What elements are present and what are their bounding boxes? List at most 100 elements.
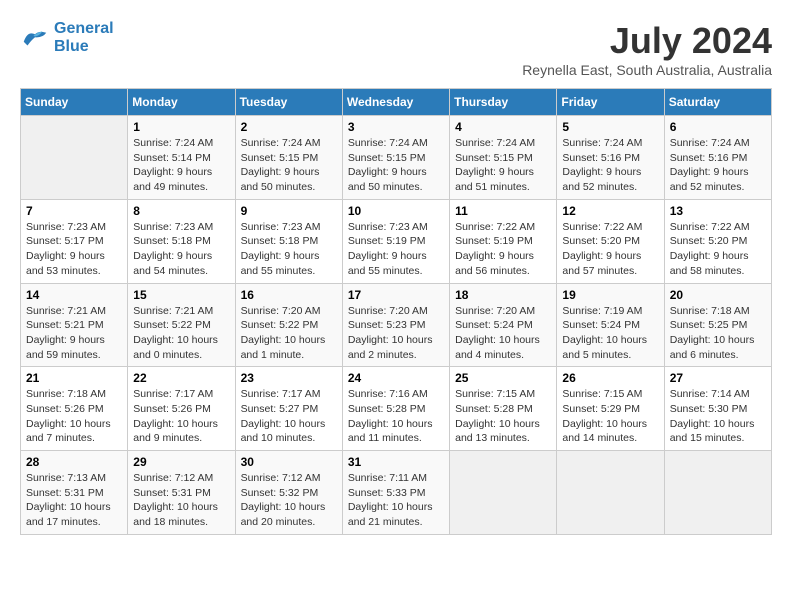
weekday-header-tuesday: Tuesday bbox=[235, 89, 342, 116]
calendar-cell: 8Sunrise: 7:23 AMSunset: 5:18 PMDaylight… bbox=[128, 199, 235, 283]
calendar-cell: 31 Sunrise: 7:11 AMSunset: 5:33 PMDayligh… bbox=[342, 451, 449, 535]
day-number: 21 bbox=[26, 371, 122, 385]
weekday-header-friday: Friday bbox=[557, 89, 664, 116]
calendar-cell: 21 Sunrise: 7:18 AMSunset: 5:26 PMDayligh… bbox=[21, 367, 128, 451]
day-number: 9 bbox=[241, 204, 337, 218]
day-info: Sunrise: 7:17 AMSunset: 5:27 PMDaylight:… bbox=[241, 387, 337, 446]
calendar-cell: 20 Sunrise: 7:18 AMSunset: 5:25 PMDayligh… bbox=[664, 283, 771, 367]
weekday-header-row: SundayMondayTuesdayWednesdayThursdayFrid… bbox=[21, 89, 772, 116]
day-number: 7 bbox=[26, 204, 122, 218]
calendar-cell: 2 Sunrise: 7:24 AMSunset: 5:15 PMDaylight… bbox=[235, 116, 342, 200]
day-info: Sunrise: 7:21 AMSunset: 5:22 PMDaylight:… bbox=[133, 304, 229, 363]
calendar-cell: 27 Sunrise: 7:14 AMSunset: 5:30 PMDayligh… bbox=[664, 367, 771, 451]
calendar-week-row: 1Sunrise: 7:24 AMSunset: 5:14 PMDaylight… bbox=[21, 116, 772, 200]
calendar-cell: 6Sunrise: 7:24 AMSunset: 5:16 PMDaylight… bbox=[664, 116, 771, 200]
day-info: Sunrise: 7:24 AMSunset: 5:14 PMDaylight:… bbox=[133, 136, 229, 195]
calendar-cell: 1Sunrise: 7:24 AMSunset: 5:14 PMDaylight… bbox=[128, 116, 235, 200]
calendar-cell: 9 Sunrise: 7:23 AMSunset: 5:18 PMDaylight… bbox=[235, 199, 342, 283]
calendar-cell: 30 Sunrise: 7:12 AMSunset: 5:32 PMDayligh… bbox=[235, 451, 342, 535]
calendar-week-row: 28 Sunrise: 7:13 AMSunset: 5:31 PMDayligh… bbox=[21, 451, 772, 535]
day-info: Sunrise: 7:22 AMSunset: 5:19 PMDaylight:… bbox=[455, 220, 551, 279]
calendar-cell: 3Sunrise: 7:24 AMSunset: 5:15 PMDaylight… bbox=[342, 116, 449, 200]
day-info: Sunrise: 7:21 AMSunset: 5:21 PMDaylight:… bbox=[26, 304, 122, 363]
day-number: 15 bbox=[133, 288, 229, 302]
location-subtitle: Reynella East, South Australia, Australi… bbox=[522, 62, 772, 78]
day-info: Sunrise: 7:20 AMSunset: 5:23 PMDaylight:… bbox=[348, 304, 444, 363]
day-info: Sunrise: 7:23 AMSunset: 5:17 PMDaylight:… bbox=[26, 220, 122, 279]
day-number: 8 bbox=[133, 204, 229, 218]
calendar-cell: 5Sunrise: 7:24 AMSunset: 5:16 PMDaylight… bbox=[557, 116, 664, 200]
day-info: Sunrise: 7:18 AMSunset: 5:25 PMDaylight:… bbox=[670, 304, 766, 363]
calendar-cell bbox=[557, 451, 664, 535]
day-number: 17 bbox=[348, 288, 444, 302]
calendar-cell: 4Sunrise: 7:24 AMSunset: 5:15 PMDaylight… bbox=[450, 116, 557, 200]
calendar-cell: 24 Sunrise: 7:16 AMSunset: 5:28 PMDayligh… bbox=[342, 367, 449, 451]
day-info: Sunrise: 7:11 AMSunset: 5:33 PMDaylight:… bbox=[348, 471, 444, 530]
day-number: 30 bbox=[241, 455, 337, 469]
day-number: 11 bbox=[455, 204, 551, 218]
day-number: 27 bbox=[670, 371, 766, 385]
day-number: 14 bbox=[26, 288, 122, 302]
calendar-cell: 23 Sunrise: 7:17 AMSunset: 5:27 PMDayligh… bbox=[235, 367, 342, 451]
day-info: Sunrise: 7:20 AMSunset: 5:22 PMDaylight:… bbox=[241, 304, 337, 363]
day-info: Sunrise: 7:24 AMSunset: 5:15 PMDaylight:… bbox=[455, 136, 551, 195]
calendar-cell: 7 Sunrise: 7:23 AMSunset: 5:17 PMDaylight… bbox=[21, 199, 128, 283]
weekday-header-monday: Monday bbox=[128, 89, 235, 116]
day-number: 3 bbox=[348, 120, 444, 134]
day-info: Sunrise: 7:14 AMSunset: 5:30 PMDaylight:… bbox=[670, 387, 766, 446]
day-number: 10 bbox=[348, 204, 444, 218]
calendar-cell: 11 Sunrise: 7:22 AMSunset: 5:19 PMDayligh… bbox=[450, 199, 557, 283]
calendar-cell: 16Sunrise: 7:20 AMSunset: 5:22 PMDayligh… bbox=[235, 283, 342, 367]
weekday-header-thursday: Thursday bbox=[450, 89, 557, 116]
calendar-cell: 15 Sunrise: 7:21 AMSunset: 5:22 PMDayligh… bbox=[128, 283, 235, 367]
day-info: Sunrise: 7:15 AMSunset: 5:28 PMDaylight:… bbox=[455, 387, 551, 446]
calendar-cell: 29 Sunrise: 7:12 AMSunset: 5:31 PMDayligh… bbox=[128, 451, 235, 535]
calendar-cell: 10 Sunrise: 7:23 AMSunset: 5:19 PMDayligh… bbox=[342, 199, 449, 283]
calendar-week-row: 21 Sunrise: 7:18 AMSunset: 5:26 PMDayligh… bbox=[21, 367, 772, 451]
day-info: Sunrise: 7:23 AMSunset: 5:18 PMDaylight:… bbox=[241, 220, 337, 279]
calendar-cell: 12Sunrise: 7:22 AMSunset: 5:20 PMDayligh… bbox=[557, 199, 664, 283]
logo-text: General Blue bbox=[54, 20, 114, 56]
day-info: Sunrise: 7:12 AMSunset: 5:32 PMDaylight:… bbox=[241, 471, 337, 530]
calendar-cell bbox=[664, 451, 771, 535]
day-info: Sunrise: 7:20 AMSunset: 5:24 PMDaylight:… bbox=[455, 304, 551, 363]
day-info: Sunrise: 7:12 AMSunset: 5:31 PMDaylight:… bbox=[133, 471, 229, 530]
day-number: 25 bbox=[455, 371, 551, 385]
day-number: 31 bbox=[348, 455, 444, 469]
day-info: Sunrise: 7:24 AMSunset: 5:15 PMDaylight:… bbox=[241, 136, 337, 195]
weekday-header-wednesday: Wednesday bbox=[342, 89, 449, 116]
calendar-week-row: 7 Sunrise: 7:23 AMSunset: 5:17 PMDaylight… bbox=[21, 199, 772, 283]
logo-icon bbox=[20, 26, 50, 50]
calendar-cell: 14 Sunrise: 7:21 AMSunset: 5:21 PMDayligh… bbox=[21, 283, 128, 367]
month-year-title: July 2024 bbox=[522, 20, 772, 62]
day-info: Sunrise: 7:16 AMSunset: 5:28 PMDaylight:… bbox=[348, 387, 444, 446]
calendar-table: SundayMondayTuesdayWednesdayThursdayFrid… bbox=[20, 88, 772, 535]
calendar-cell: 17 Sunrise: 7:20 AMSunset: 5:23 PMDayligh… bbox=[342, 283, 449, 367]
day-number: 26 bbox=[562, 371, 658, 385]
day-number: 6 bbox=[670, 120, 766, 134]
day-number: 2 bbox=[241, 120, 337, 134]
day-number: 20 bbox=[670, 288, 766, 302]
logo: General Blue bbox=[20, 20, 114, 56]
calendar-cell: 19Sunrise: 7:19 AMSunset: 5:24 PMDayligh… bbox=[557, 283, 664, 367]
weekday-header-sunday: Sunday bbox=[21, 89, 128, 116]
page-header: General Blue July 2024 Reynella East, So… bbox=[20, 20, 772, 78]
day-number: 12 bbox=[562, 204, 658, 218]
day-info: Sunrise: 7:17 AMSunset: 5:26 PMDaylight:… bbox=[133, 387, 229, 446]
calendar-cell: 18Sunrise: 7:20 AMSunset: 5:24 PMDayligh… bbox=[450, 283, 557, 367]
day-number: 5 bbox=[562, 120, 658, 134]
day-info: Sunrise: 7:23 AMSunset: 5:19 PMDaylight:… bbox=[348, 220, 444, 279]
day-info: Sunrise: 7:18 AMSunset: 5:26 PMDaylight:… bbox=[26, 387, 122, 446]
day-number: 28 bbox=[26, 455, 122, 469]
calendar-cell: 22Sunrise: 7:17 AMSunset: 5:26 PMDayligh… bbox=[128, 367, 235, 451]
day-number: 29 bbox=[133, 455, 229, 469]
calendar-cell: 28 Sunrise: 7:13 AMSunset: 5:31 PMDayligh… bbox=[21, 451, 128, 535]
day-number: 13 bbox=[670, 204, 766, 218]
calendar-cell: 25 Sunrise: 7:15 AMSunset: 5:28 PMDayligh… bbox=[450, 367, 557, 451]
calendar-cell bbox=[450, 451, 557, 535]
calendar-cell: 26Sunrise: 7:15 AMSunset: 5:29 PMDayligh… bbox=[557, 367, 664, 451]
day-info: Sunrise: 7:19 AMSunset: 5:24 PMDaylight:… bbox=[562, 304, 658, 363]
day-number: 23 bbox=[241, 371, 337, 385]
day-number: 24 bbox=[348, 371, 444, 385]
day-info: Sunrise: 7:13 AMSunset: 5:31 PMDaylight:… bbox=[26, 471, 122, 530]
